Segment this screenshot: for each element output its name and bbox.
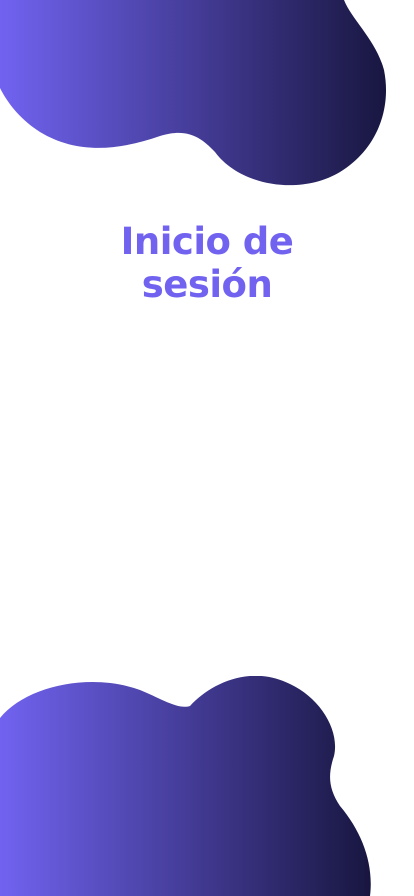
title-line-2: sesión: [141, 263, 273, 306]
title-line-1: Inicio de: [120, 220, 294, 263]
bottom-decorative-wave: [0, 676, 371, 896]
top-decorative-wave: [0, 0, 387, 186]
page-title: Inicio de sesión: [0, 220, 414, 306]
login-screen: Inicio de sesión: [0, 0, 414, 896]
